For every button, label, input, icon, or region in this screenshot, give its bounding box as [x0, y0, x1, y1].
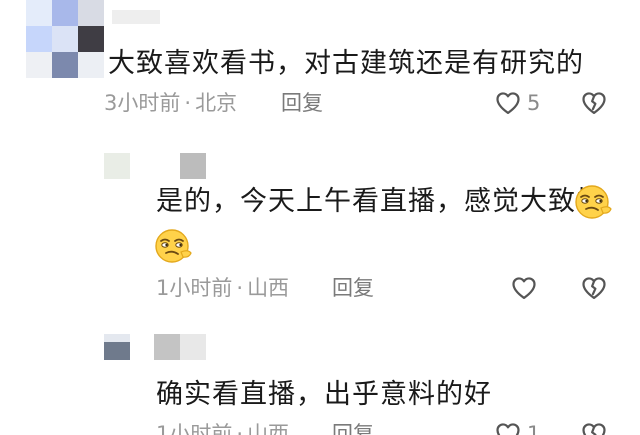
- dislike-button[interactable]: [580, 274, 608, 302]
- broken-heart-icon: [582, 277, 606, 300]
- smirk-emoji-icon: [152, 225, 194, 267]
- avatar[interactable]: [104, 334, 130, 360]
- comment-time: 1小时前: [156, 276, 233, 300]
- comment-meta: 1小时前 · 山西: [156, 278, 289, 299]
- meta-separator: ·: [184, 91, 192, 115]
- like-button[interactable]: [494, 420, 522, 435]
- comment-location: 山西: [247, 422, 290, 435]
- like-button[interactable]: [494, 89, 522, 117]
- like-count: 5: [527, 91, 541, 115]
- avatar[interactable]: [26, 0, 104, 78]
- like-button[interactable]: [510, 274, 538, 302]
- comment-time: 1小时前: [156, 422, 233, 435]
- avatar[interactable]: [104, 153, 130, 179]
- comment-text: 大致喜欢看书，对古建筑还是有研究的: [108, 48, 584, 79]
- broken-heart-icon: [582, 92, 606, 115]
- comment-time: 3小时前: [104, 91, 181, 115]
- reply-button[interactable]: 回复: [332, 424, 374, 435]
- comment-meta: 1小时前 · 山西: [156, 424, 289, 435]
- reply-button[interactable]: 回复: [332, 278, 374, 299]
- comment-text: 是的，今天上午看直播，感觉大致懂: [156, 186, 604, 217]
- comment-meta: 3小时前 · 北京: [104, 93, 237, 114]
- heart-outline-icon: [496, 423, 520, 435]
- reply-button[interactable]: 回复: [281, 93, 323, 114]
- username-redacted[interactable]: [112, 10, 160, 24]
- comment-location: 山西: [247, 276, 290, 300]
- heart-outline-icon: [512, 277, 536, 300]
- dislike-button[interactable]: [580, 420, 608, 435]
- username-redacted[interactable]: [180, 153, 206, 179]
- broken-heart-icon: [582, 423, 606, 435]
- username-redacted[interactable]: [154, 334, 206, 360]
- heart-outline-icon: [496, 92, 520, 115]
- meta-separator: ·: [236, 422, 244, 435]
- meta-separator: ·: [236, 276, 244, 300]
- comment-location: 北京: [195, 91, 238, 115]
- dislike-button[interactable]: [580, 89, 608, 117]
- smirk-emoji-icon: [572, 181, 614, 223]
- comment-thread: 大致喜欢看书，对古建筑还是有研究的 3小时前 · 北京 回复 5 是的，今天上午看直…: [0, 0, 640, 435]
- like-count: 1: [527, 422, 541, 435]
- comment-text: 确实看直播，出乎意料的好: [156, 379, 492, 410]
